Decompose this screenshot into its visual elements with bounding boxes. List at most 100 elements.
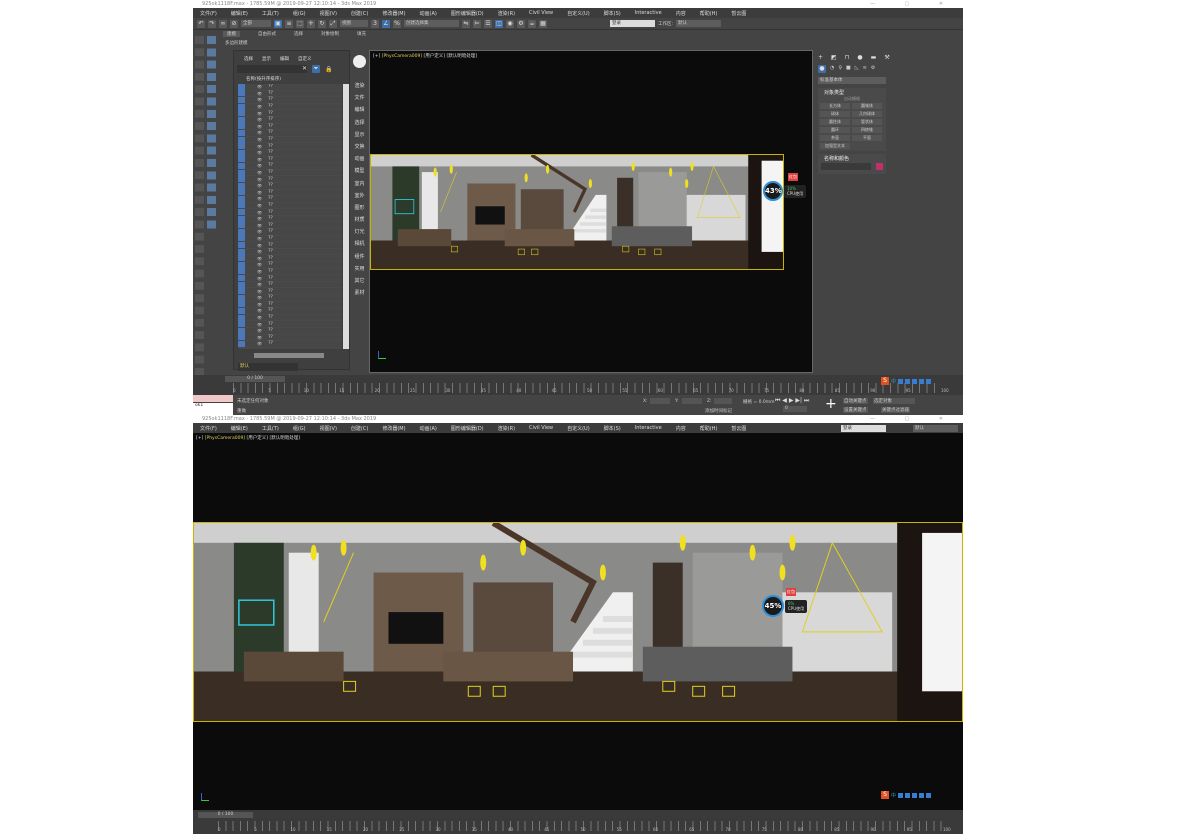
side-menu-item[interactable]: 其它 [350,275,369,287]
viewport-bottom[interactable]: [+] [PhysCamera009] [用户定义] [默认明暗处理] 45% … [193,433,963,810]
lock-icon[interactable]: 🔒 [325,66,332,73]
side-menu-item[interactable]: 编辑 [350,104,369,116]
visibility-icon[interactable]: 👁 [257,203,262,208]
rollout-object-type[interactable]: 对象类型 [819,89,885,96]
visibility-icon[interactable]: 👁 [257,236,262,241]
menu-item[interactable]: 图形编辑器(D) [444,425,491,432]
object-color-swatch[interactable] [876,163,883,170]
explorer-row[interactable]: 👁?? [238,235,342,243]
explorer-row[interactable]: 👁?? [238,268,342,276]
menu-item[interactable]: 自定义(U) [560,425,597,432]
menu-item[interactable]: Interactive [628,10,669,16]
schematic-icon[interactable]: ◫ [495,19,503,28]
render-frame-icon[interactable]: ▦ [539,19,547,28]
sign-in-dropdown[interactable]: 登录 [610,20,655,27]
redo-icon[interactable]: ↷ [208,19,216,28]
explorer-row[interactable]: 👁?? [238,222,342,230]
menu-item[interactable]: 渲染(R) [491,425,522,432]
explorer-row[interactable]: 👁?? [238,129,342,137]
motion-tab-icon[interactable]: ● [857,54,862,61]
shapes-icon[interactable]: ◔ [830,65,834,73]
spacewarps-icon[interactable]: ≋ [863,65,867,73]
visibility-icon[interactable]: 👁 [257,104,262,109]
visibility-icon[interactable]: 👁 [257,335,262,340]
explorer-row[interactable]: 👁?? [238,96,342,104]
side-menu-item[interactable]: 组件 [350,251,369,263]
selected-object-dropdown[interactable]: 选定对象 [873,398,915,404]
menu-item[interactable]: Civil View [522,10,560,16]
create-tab-icon[interactable]: + [818,54,823,61]
side-menu-item[interactable]: 文件 [350,92,369,104]
undo-icon[interactable]: ↶ [197,19,205,28]
visibility-icon[interactable]: 👁 [257,315,262,320]
percent-snap-icon[interactable]: % [393,19,401,28]
render-icon[interactable]: ☕ [528,19,536,28]
object-type-button[interactable]: 球体 [820,111,850,117]
visibility-icon[interactable]: 👁 [257,163,262,168]
visibility-icon[interactable]: 👁 [257,130,262,135]
menu-item[interactable]: 文件(F) [193,425,224,432]
menu-item[interactable]: 修改器(M) [375,10,412,17]
angle-snap-icon[interactable]: ∠ [382,19,390,28]
ribbon-tab[interactable]: 自由形式 [258,31,276,37]
menu-item[interactable]: 脚本(S) [597,425,628,432]
ime-toolbar[interactable]: S中 [881,377,932,385]
menu-item[interactable]: 动画(A) [413,10,444,17]
menu-item[interactable]: 编辑(E) [224,425,255,432]
explorer-row[interactable]: 👁?? [238,255,342,263]
visibility-icon[interactable]: 👁 [257,170,262,175]
object-type-button[interactable]: 茶壶 [820,135,850,141]
side-menu-item[interactable]: 模型 [350,165,369,177]
visibility-icon[interactable]: 👁 [257,269,262,274]
explorer-search[interactable] [237,65,307,73]
visibility-icon[interactable]: 👁 [257,229,262,234]
object-name-input[interactable] [821,163,871,170]
key-filters-button[interactable]: 关键点过滤器 [881,407,910,413]
visibility-icon[interactable]: 👁 [257,157,262,162]
explorer-row[interactable]: 👁?? [238,176,342,183]
layer-dropdown[interactable]: 默认 [238,363,298,371]
explorer-row[interactable]: 👁?? [238,202,342,210]
menu-item[interactable]: 内容 [669,10,693,17]
ribbon-tab[interactable]: 选择 [294,31,303,37]
visibility-icon[interactable]: 👁 [257,243,262,248]
auto-key-button[interactable]: 自动关键点 [843,398,868,404]
explorer-row[interactable]: 👁?? [238,288,342,295]
explorer-row[interactable]: 👁?? [238,123,342,131]
side-menu-item[interactable]: 选择 [350,117,369,129]
explorer-row[interactable]: 👁?? [238,334,342,342]
visibility-icon[interactable]: 👁 [257,295,262,300]
menu-item[interactable]: 暂云图 [724,425,753,432]
visibility-icon[interactable]: 👁 [257,282,262,287]
visibility-icon[interactable]: 👁 [257,216,262,221]
object-type-button[interactable]: 圆锥体 [852,103,882,109]
explorer-row[interactable]: 👁?? [238,189,342,197]
ribbon-tab[interactable]: 建模 [223,31,240,37]
visibility-icon[interactable]: 👁 [257,223,262,228]
visibility-icon[interactable]: 👁 [257,341,262,346]
side-menu-item[interactable]: 交换 [350,141,369,153]
explorer-row[interactable]: 👁?? [238,301,342,309]
side-menu-item[interactable]: 实用 [350,263,369,275]
display-tab-icon[interactable]: ▬ [871,54,877,61]
object-type-button[interactable]: 加强型文本 [820,143,850,149]
explorer-tab[interactable]: 选择 [244,56,253,62]
ribbon-subtab[interactable]: 多边形建模 [225,40,248,46]
visibility-icon[interactable]: 👁 [257,84,262,89]
menu-item[interactable]: 创建(C) [344,425,375,432]
helpers-icon[interactable]: ◺ [855,65,859,73]
ime-toolbar[interactable]: S中 [881,791,932,799]
explorer-row[interactable]: 👁?? [238,136,342,144]
visibility-icon[interactable]: 👁 [257,210,262,215]
explorer-row[interactable]: 👁?? [238,307,342,315]
menu-item[interactable]: 文件(F) [193,10,224,17]
menu-item[interactable]: 动画(A) [413,425,444,432]
explorer-row[interactable]: 👁?? [238,248,342,256]
explorer-row[interactable]: 👁?? [238,195,342,203]
explorer-row[interactable]: 👁?? [238,84,342,91]
playback-controls[interactable]: ⏮ ◀ ▶ ▶| ⏭ [775,397,809,405]
clear-search-icon[interactable]: ✕ [302,65,307,72]
sign-in-dropdown[interactable]: 登录 [841,425,886,432]
rotate-icon[interactable]: ↻ [318,19,326,28]
mirror-icon[interactable]: ⇋ [462,19,470,28]
